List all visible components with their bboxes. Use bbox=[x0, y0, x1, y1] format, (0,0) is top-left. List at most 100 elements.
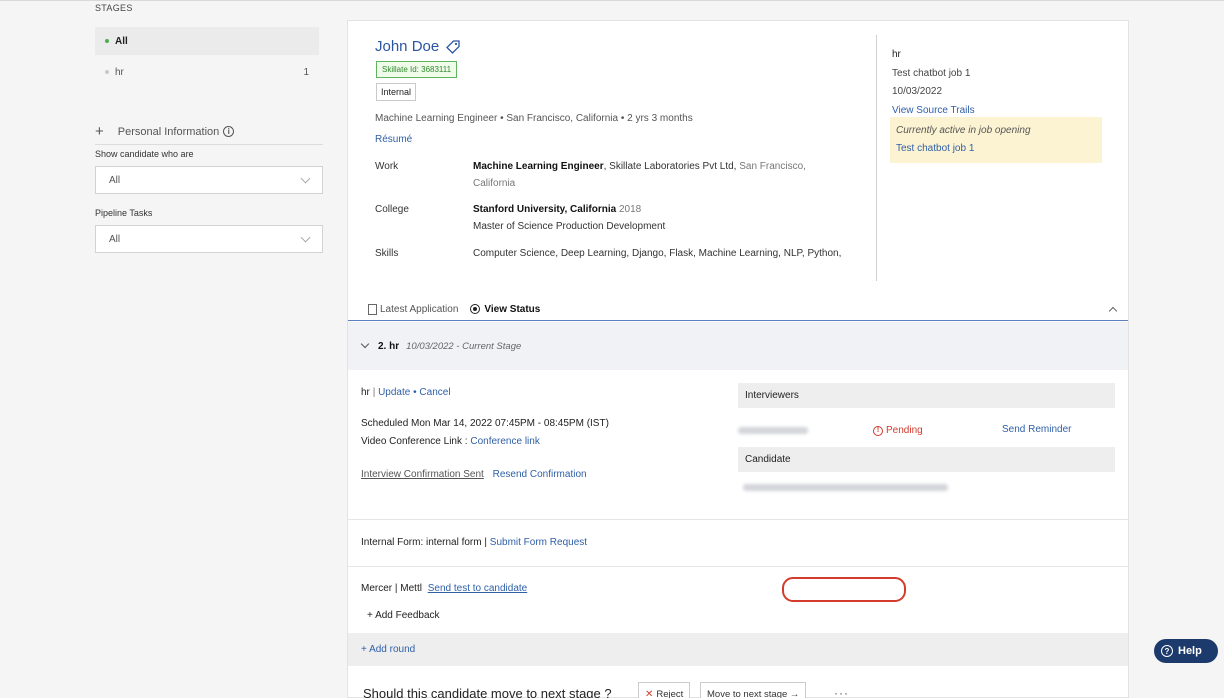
vertical-divider bbox=[876, 35, 877, 281]
add-round-button[interactable]: + Add round bbox=[361, 644, 415, 655]
candidate-headline: Machine Learning Engineer • San Francisc… bbox=[375, 113, 693, 124]
active-job-link[interactable]: Test chatbot job 1 bbox=[896, 143, 974, 154]
bullet: • bbox=[413, 387, 417, 398]
show-candidate-select[interactable]: All bbox=[95, 166, 323, 194]
stage-filter-all[interactable]: All bbox=[95, 27, 319, 55]
help-label: Help bbox=[1178, 645, 1202, 657]
pending-status: ! Pending bbox=[873, 425, 923, 436]
more-options-icon[interactable]: ··· bbox=[834, 686, 849, 698]
candidate-panel: John Doe Skillate Id: 3683111 Internal M… bbox=[347, 20, 1129, 698]
close-icon: ✕ bbox=[645, 688, 654, 698]
latest-application-tab[interactable]: Latest Application bbox=[380, 304, 458, 315]
internal-form-label: Internal Form: internal form bbox=[361, 537, 482, 548]
work-value: Machine Learning Engineer, Skillate Labo… bbox=[473, 158, 845, 192]
select-value: All bbox=[109, 174, 121, 186]
college-value: Stanford University, California 2018 Mast… bbox=[473, 201, 845, 235]
work-title: Machine Learning Engineer bbox=[473, 161, 604, 172]
active-job-notice: Currently active in job opening Test cha… bbox=[890, 117, 1102, 163]
interviewers-header: Interviewers bbox=[738, 383, 1115, 408]
stage-actions: hr | Update • Cancel bbox=[361, 387, 451, 398]
job-stage: hr bbox=[892, 49, 901, 60]
filters-sidebar: STAGES All hr 1 + Personal Information i… bbox=[0, 0, 335, 698]
view-source-trails-link[interactable]: View Source Trails bbox=[892, 105, 975, 116]
job-summary: hr Test chatbot job 1 10/03/2022 View So… bbox=[892, 46, 1102, 120]
skills-row: Skills Computer Science, Deep Learning, … bbox=[375, 245, 845, 262]
candidate-email-redacted bbox=[743, 484, 948, 491]
document-icon bbox=[368, 303, 377, 315]
work-company: , Skillate Laboratories Pvt Ltd, bbox=[603, 161, 737, 172]
chevron-down-icon bbox=[300, 173, 311, 183]
chevron-down-icon bbox=[300, 232, 311, 242]
pipeline-tasks-label: Pipeline Tasks bbox=[95, 208, 153, 218]
stage-label: hr bbox=[361, 387, 370, 398]
show-candidate-label: Show candidate who are bbox=[95, 149, 194, 159]
stage-name: 2. hr bbox=[378, 340, 400, 352]
video-label: Video Conference Link : bbox=[361, 436, 471, 447]
send-test-to-candidate-link[interactable]: Send test to candidate bbox=[428, 583, 528, 594]
college-year: 2018 bbox=[616, 204, 642, 215]
college-name: Stanford University, California bbox=[473, 204, 617, 215]
stage-label: hr bbox=[115, 66, 124, 78]
assessment-row: Mercer | Mettl Send test to candidate bbox=[361, 583, 527, 594]
add-feedback-button[interactable]: + Add Feedback bbox=[367, 610, 440, 621]
scheduled-text: Scheduled Mon Mar 14, 2022 07:45PM - 08:… bbox=[361, 418, 609, 429]
divider bbox=[348, 519, 1128, 520]
stage-header[interactable]: 2. hr 10/03/2022 - Current Stage bbox=[348, 322, 1128, 370]
college-row: College Stanford University, California … bbox=[375, 201, 845, 235]
highlight-annotation bbox=[782, 577, 906, 602]
work-row: Work Machine Learning Engineer, Skillate… bbox=[375, 158, 845, 192]
separator: | bbox=[372, 387, 376, 398]
stage-label: All bbox=[115, 35, 128, 47]
skills-value: Computer Science, Deep Learning, Django,… bbox=[473, 248, 842, 259]
add-round-bar: + Add round bbox=[348, 633, 1128, 666]
divider bbox=[348, 566, 1128, 567]
skillate-id-badge: Skillate Id: 3683111 bbox=[376, 61, 458, 78]
move-to-next-stage-button[interactable]: Move to next stage → bbox=[700, 682, 807, 698]
plus-icon: + bbox=[95, 123, 104, 140]
candidate-profile: John Doe Skillate Id: 3683111 Internal M… bbox=[348, 21, 1128, 298]
personal-information-toggle[interactable]: + Personal Information i bbox=[95, 119, 323, 145]
job-date: 10/03/2022 bbox=[892, 86, 943, 97]
separator: | bbox=[484, 537, 487, 548]
info-icon[interactable]: i bbox=[223, 126, 235, 137]
stage-count: 1 bbox=[303, 66, 309, 78]
interviewer-name-redacted bbox=[738, 427, 808, 434]
stages-title: STAGES bbox=[95, 3, 133, 13]
target-icon bbox=[470, 304, 481, 314]
tag-icon[interactable] bbox=[445, 39, 461, 55]
internal-form-row: Internal Form: internal form | Submit Fo… bbox=[361, 537, 587, 548]
resume-link[interactable]: Résumé bbox=[375, 134, 412, 145]
application-bar: Latest Application View Status bbox=[348, 298, 1128, 321]
video-conference-row: Video Conference Link : Conference link bbox=[361, 436, 540, 447]
active-note: Currently active in job opening bbox=[896, 125, 1031, 136]
assessment-provider: Mercer | Mettl bbox=[361, 583, 422, 594]
conference-link[interactable]: Conference link bbox=[470, 436, 539, 447]
next-stage-question: Should this candidate move to next stage… bbox=[363, 686, 612, 698]
interview-confirmation-link[interactable]: Interview Confirmation Sent bbox=[361, 469, 484, 480]
alert-icon: ! bbox=[873, 425, 883, 436]
skills-label: Skills bbox=[375, 248, 399, 259]
resend-confirmation-link[interactable]: Resend Confirmation bbox=[493, 469, 587, 480]
stage-dot-icon bbox=[105, 70, 109, 74]
send-reminder-link[interactable]: Send Reminder bbox=[1002, 424, 1071, 435]
pipeline-tasks-select[interactable]: All bbox=[95, 225, 323, 253]
question-icon: ? bbox=[1161, 645, 1173, 657]
pending-label: Pending bbox=[886, 425, 923, 436]
stage-date-note: 10/03/2022 - Current Stage bbox=[406, 340, 522, 352]
job-title: Test chatbot job 1 bbox=[892, 67, 971, 79]
view-status-tab[interactable]: View Status bbox=[484, 304, 540, 315]
college-label: College bbox=[375, 204, 409, 215]
update-link[interactable]: Update bbox=[378, 387, 410, 398]
stage-dot-icon bbox=[105, 39, 109, 43]
confirmation-row: Interview Confirmation Sent Resend Confi… bbox=[361, 469, 587, 480]
chevron-up-icon[interactable] bbox=[1108, 306, 1118, 316]
chevron-down-icon bbox=[360, 339, 370, 349]
internal-badge: Internal bbox=[376, 83, 417, 101]
cancel-link[interactable]: Cancel bbox=[419, 387, 450, 398]
help-button[interactable]: ? Help bbox=[1154, 639, 1218, 663]
candidate-header: Candidate bbox=[738, 447, 1115, 472]
stage-filter-hr[interactable]: hr 1 bbox=[95, 58, 319, 86]
reject-button[interactable]: ✕ Reject bbox=[638, 682, 691, 698]
submit-form-request-link[interactable]: Submit Form Request bbox=[490, 537, 587, 548]
candidate-name-link[interactable]: John Doe bbox=[375, 38, 439, 55]
